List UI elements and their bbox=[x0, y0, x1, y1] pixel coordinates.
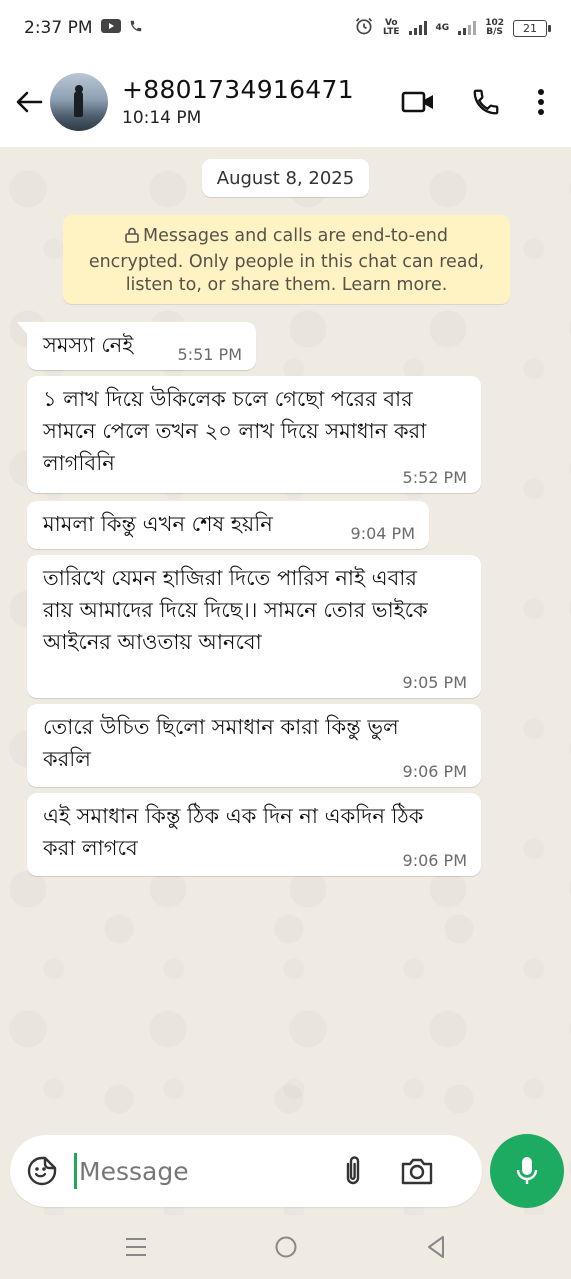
message-time: 9:05 PM bbox=[402, 673, 467, 692]
camera-icon bbox=[401, 1158, 433, 1185]
message-input[interactable] bbox=[74, 1153, 324, 1189]
arrow-left-icon bbox=[16, 91, 43, 112]
home-circle-icon bbox=[275, 1236, 296, 1258]
camera-button[interactable] bbox=[400, 1156, 434, 1186]
message-bubble[interactable]: তোরে উচিত ছিলো সমাধান কারা কিন্তু ভুল কর… bbox=[27, 704, 481, 787]
battery-level: 21 bbox=[523, 21, 537, 35]
menu-icon bbox=[125, 1238, 146, 1256]
more-options-button[interactable] bbox=[537, 88, 545, 116]
avatar[interactable] bbox=[50, 72, 108, 131]
message-text: ১ লাখ দিয়ে উকিলেক চলে গেছো পরের বার সাম… bbox=[43, 387, 427, 475]
network-speed-unit: B/S bbox=[486, 27, 503, 37]
recent-apps-button[interactable] bbox=[116, 1227, 156, 1267]
back-button[interactable] bbox=[8, 81, 50, 123]
volte-bottom-label: LTE bbox=[383, 27, 400, 37]
alarm-icon bbox=[354, 16, 374, 41]
network-type-label: 4G bbox=[435, 22, 450, 33]
message-time: 9:04 PM bbox=[350, 524, 415, 543]
voice-call-button[interactable] bbox=[471, 87, 501, 117]
youtube-icon bbox=[100, 18, 121, 38]
message-time: 9:06 PM bbox=[402, 851, 467, 870]
attach-button[interactable] bbox=[342, 1154, 364, 1188]
video-camera-icon bbox=[401, 91, 433, 112]
date-label: August 8, 2025 bbox=[216, 167, 355, 189]
message-bubble[interactable]: সমস্যা নেই 5:51 PM bbox=[17, 322, 256, 370]
chat-area[interactable]: August 8, 2025 Messages and calls are en… bbox=[0, 147, 571, 1215]
sticker-emoji-icon bbox=[27, 1156, 57, 1186]
triangle-back-icon bbox=[427, 1236, 444, 1258]
encryption-notice-text: Messages and calls are end-to-end encryp… bbox=[88, 226, 485, 295]
home-button[interactable] bbox=[266, 1227, 306, 1267]
date-separator: August 8, 2025 bbox=[202, 159, 369, 197]
message-time: 5:52 PM bbox=[402, 468, 467, 487]
system-navigation-bar bbox=[0, 1215, 571, 1279]
emoji-button[interactable] bbox=[26, 1155, 58, 1187]
contact-name: +8801734916471 bbox=[122, 75, 354, 104]
volte-indicator: Vo LTE bbox=[383, 19, 400, 37]
message-text: তোরে উচিত ছিলো সমাধান কারা কিন্তু ভুল কর… bbox=[43, 715, 399, 771]
signal-strength-2-icon bbox=[458, 21, 477, 35]
network-speed: 102 B/S bbox=[485, 19, 504, 37]
video-call-button[interactable] bbox=[401, 90, 435, 114]
phone-call-status-icon bbox=[129, 18, 143, 39]
message-time: 5:51 PM bbox=[177, 345, 242, 364]
battery-icon: 21 bbox=[513, 19, 551, 37]
message-text: এই সমাধান কিন্তু ঠিক এক দিন না একদিন ঠিক… bbox=[43, 804, 424, 860]
back-nav-button[interactable] bbox=[416, 1227, 456, 1267]
message-composer bbox=[10, 1135, 482, 1207]
chat-header: +8801734916471 10:14 PM bbox=[0, 56, 571, 147]
status-bar: 2:37 PM Vo LTE 4G 102 B/S 21 bbox=[0, 0, 571, 56]
message-bubble[interactable]: তারিখে যেমন হাজিরা দিতে পারিস নাই এবার র… bbox=[27, 555, 481, 698]
lock-icon bbox=[125, 227, 139, 251]
phone-icon bbox=[473, 89, 499, 114]
paperclip-icon bbox=[346, 1156, 360, 1185]
encryption-notice[interactable]: Messages and calls are end-to-end encryp… bbox=[63, 215, 510, 304]
kebab-menu-icon bbox=[538, 88, 544, 115]
message-time: 9:06 PM bbox=[402, 762, 467, 781]
contact-info[interactable]: +8801734916471 10:14 PM bbox=[122, 75, 354, 128]
message-bubble[interactable]: মামলা কিন্তু এখন শেষ হয়নি 9:04 PM bbox=[27, 501, 429, 549]
contact-last-seen: 10:14 PM bbox=[122, 108, 202, 128]
status-time: 2:37 PM bbox=[24, 18, 93, 38]
voice-message-button[interactable] bbox=[490, 1134, 564, 1208]
message-bubble[interactable]: এই সমাধান কিন্তু ঠিক এক দিন না একদিন ঠিক… bbox=[27, 793, 481, 876]
message-text: তারিখে যেমন হাজিরা দিতে পারিস নাই এবার র… bbox=[43, 566, 428, 654]
microphone-icon bbox=[516, 1157, 538, 1184]
message-bubble[interactable]: ১ লাখ দিয়ে উকিলেক চলে গেছো পরের বার সাম… bbox=[27, 376, 481, 493]
signal-strength-icon bbox=[408, 21, 427, 35]
